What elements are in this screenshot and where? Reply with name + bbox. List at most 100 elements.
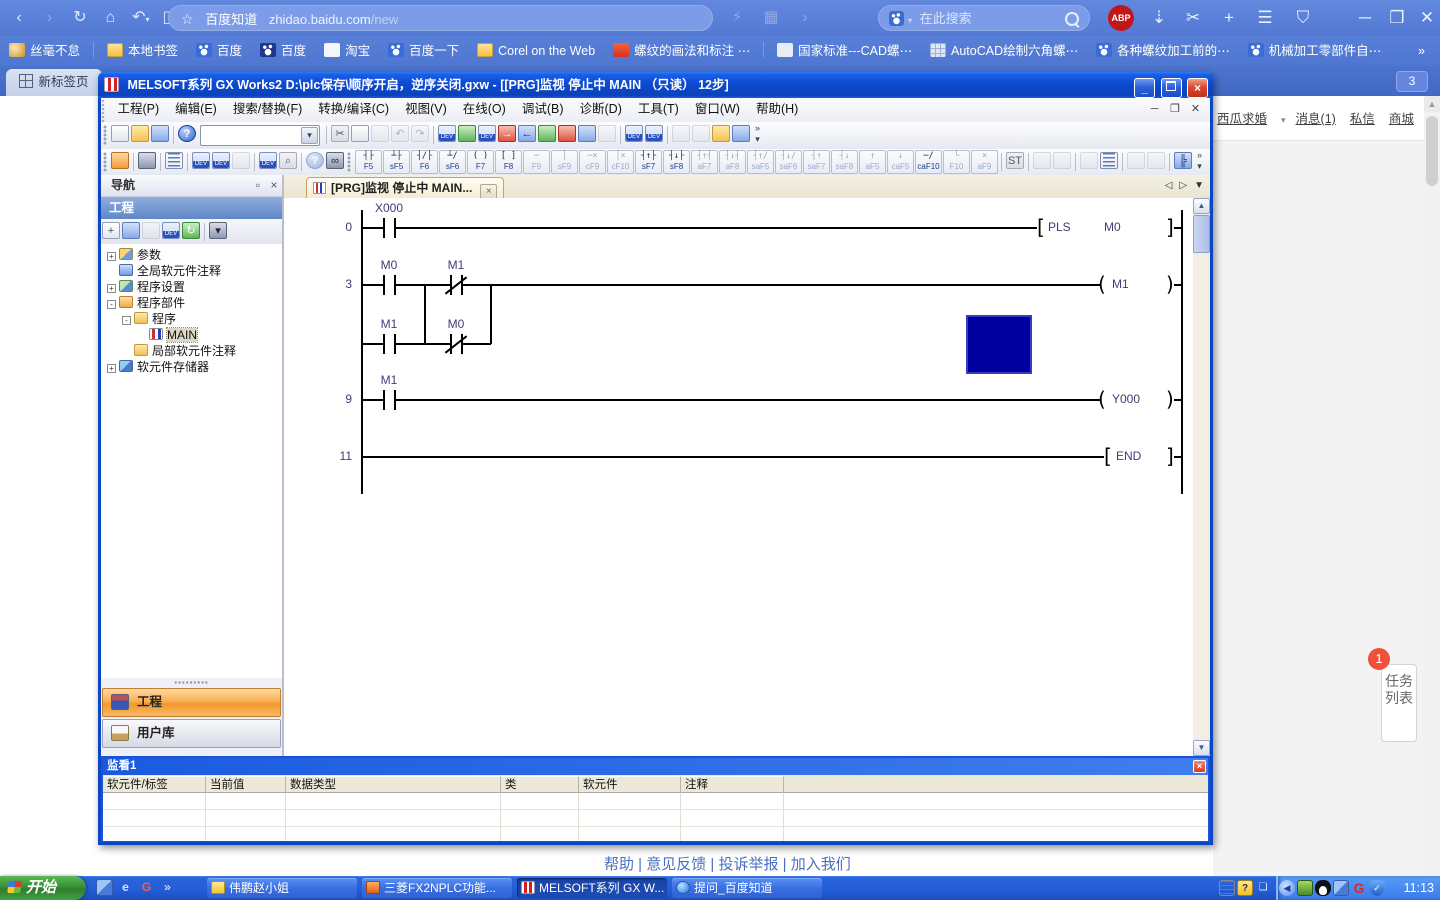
media-player-icon[interactable]: [96, 879, 113, 896]
tree-item-MAIN[interactable]: MAIN: [101, 327, 282, 343]
tab-scroll-icon[interactable]: ▼: [1194, 180, 1204, 191]
ladder-symbol-F6[interactable]: ┤/├F6: [411, 150, 438, 174]
tree-item-软元件存储器[interactable]: +软元件存储器: [101, 359, 282, 375]
clip-icon[interactable]: ✂: [1176, 0, 1210, 36]
app-minimize-button[interactable]: _: [1134, 78, 1155, 98]
mdi-restore-icon[interactable]: ❐: [1167, 98, 1184, 121]
nav-view-button-用户库[interactable]: 用户库: [102, 719, 281, 748]
save-icon[interactable]: [151, 125, 169, 142]
ladder-symbol-F10[interactable]: └F10: [943, 150, 970, 174]
tree-expander-icon[interactable]: -: [122, 316, 131, 325]
ladder-symbol-F8[interactable]: [ ]F8: [495, 150, 522, 174]
comment-icon[interactable]: [672, 125, 690, 142]
monitor-test-icon[interactable]: [598, 125, 616, 142]
bookmark-item[interactable]: 各种螺纹加工前的⋯: [1096, 36, 1230, 66]
bookmark-item[interactable]: 丝毫不怠: [9, 36, 80, 66]
flash-icon[interactable]: ⚡: [724, 5, 750, 31]
search-engine-icon[interactable]: [889, 11, 904, 26]
bookmark-item[interactable]: 螺纹的画法和标注 ⋯: [613, 36, 750, 66]
menu-O[interactable]: 在线(O): [455, 98, 514, 121]
monitor-watch-icon[interactable]: [578, 125, 596, 142]
nav-info-icon[interactable]: [162, 222, 180, 239]
verify-plc-icon[interactable]: [478, 125, 496, 142]
ladder-symbol-sF7[interactable]: ┤↑├sF7: [635, 150, 662, 174]
open-icon[interactable]: [131, 125, 149, 142]
add-icon[interactable]: +: [1212, 0, 1246, 36]
tree-item-参数[interactable]: +参数: [101, 247, 282, 263]
tree-expander-icon[interactable]: +: [107, 252, 116, 261]
ime-help-icon[interactable]: ?: [1237, 880, 1253, 896]
editor-vscrollbar[interactable]: ▲ ▼: [1193, 198, 1210, 756]
toolbar-overflow-icon[interactable]: »▾: [1193, 150, 1206, 174]
tree-expander-icon[interactable]: +: [107, 284, 116, 293]
ladder-symbol-saF8[interactable]: ┤↓saF8: [831, 150, 858, 174]
menu-C[interactable]: 转换/编译(C): [310, 98, 397, 121]
ladder-symbol-caF10[interactable]: ─/caF10: [915, 150, 942, 174]
ladder-symbol-sF9[interactable]: │sF9: [551, 150, 578, 174]
watch-column-header[interactable]: 数据类型: [286, 776, 501, 793]
page-scrollbar[interactable]: ▲: [1424, 96, 1440, 876]
task-list-button[interactable]: 任务列表: [1381, 664, 1417, 742]
bookmark-item[interactable]: 本地书签: [107, 36, 178, 66]
nav-refresh-icon[interactable]: ↻: [182, 222, 200, 239]
menu-grip[interactable]: [101, 98, 106, 122]
expand-icon[interactable]: ›: [792, 5, 818, 31]
bookmarks-overflow-icon[interactable]: »: [1418, 36, 1425, 66]
watch-column-header[interactable]: 类: [501, 776, 579, 793]
tree-display-icon[interactable]: ╠: [1174, 152, 1192, 169]
bookmark-item[interactable]: AutoCAD绘制六角螺⋯: [930, 36, 1078, 66]
inline-st-icon[interactable]: ST: [1006, 152, 1024, 169]
watch-empty-row[interactable]: [103, 827, 1208, 842]
statement-icon[interactable]: [692, 125, 710, 142]
paste-icon[interactable]: [371, 125, 389, 142]
menu-H[interactable]: 帮助(H): [748, 98, 806, 121]
app-close-button[interactable]: ×: [1187, 78, 1208, 98]
app-title-bar[interactable]: MELSOFT系列 GX Works2 D:\plc保存\顺序开启，逆序关闭.g…: [98, 72, 1213, 98]
undo-nav-icon[interactable]: ↶▾: [128, 5, 154, 31]
scroll-thumb[interactable]: [1426, 116, 1438, 186]
minimize-window-icon[interactable]: ─: [1348, 0, 1382, 36]
dev-cclink-icon[interactable]: [232, 152, 250, 169]
tree-item-程序[interactable]: -程序: [101, 311, 282, 327]
ladder-symbol-aF8[interactable]: ┤↓┤aF8: [719, 150, 746, 174]
page-link[interactable]: 私信: [1350, 112, 1375, 126]
farm-game-icon[interactable]: [1297, 880, 1313, 896]
document-tab-main[interactable]: [PRG]监视 停止中 MAIN...×: [306, 177, 504, 199]
nav-paste-icon[interactable]: [142, 222, 160, 239]
security-shield-icon[interactable]: ✓: [1369, 880, 1385, 896]
ladder-symbol-sF5[interactable]: ┴├sF5: [383, 150, 410, 174]
qrcode-icon[interactable]: ▦: [758, 5, 784, 31]
nav-pin-icon[interactable]: ▫: [250, 175, 266, 196]
ladder-symbol-saF6[interactable]: ┤↓/saF6: [775, 150, 802, 174]
copy-icon[interactable]: [351, 125, 369, 142]
toolbar-grip[interactable]: [103, 152, 109, 172]
network-icon[interactable]: [1333, 880, 1349, 896]
tree-expander-icon[interactable]: +: [107, 364, 116, 373]
refresh-icon[interactable]: ↻: [67, 5, 93, 31]
vscroll-up-icon[interactable]: ▲: [1193, 198, 1210, 214]
nav-new-icon[interactable]: +: [102, 222, 120, 239]
watch-column-header[interactable]: 软元件/标签: [103, 776, 206, 793]
device-batch-icon[interactable]: [645, 125, 663, 142]
menu-T[interactable]: 工具(T): [630, 98, 687, 121]
nav-view-button-工程[interactable]: 工程: [102, 688, 281, 717]
menu-W[interactable]: 窗口(W): [687, 98, 748, 121]
watch-column-header[interactable]: 当前值: [206, 776, 286, 793]
ladder-symbol-saF7[interactable]: ┤↑saF7: [803, 150, 830, 174]
mdi-minimize-icon[interactable]: ─: [1146, 98, 1163, 121]
bookmark-item[interactable]: 机械加工零部件自⋯: [1248, 36, 1382, 66]
menu-B[interactable]: 调试(B): [514, 98, 572, 121]
monitor-stop-icon[interactable]: [558, 125, 576, 142]
device-monitor-icon[interactable]: [625, 125, 643, 142]
note-icon[interactable]: [712, 125, 730, 142]
adblock-icon[interactable]: ABP: [1108, 5, 1134, 31]
watch-column-header[interactable]: 软元件: [579, 776, 681, 793]
forward-icon[interactable]: ›: [36, 5, 62, 31]
tab-count-badge[interactable]: 3: [1396, 71, 1428, 92]
ladder-symbol-cF9[interactable]: ─×cF9: [579, 150, 606, 174]
ladder-symbol-saF5[interactable]: ┤↑/saF5: [747, 150, 774, 174]
bookmark-item[interactable]: 百度: [260, 36, 306, 66]
bookmark-item[interactable]: 淘宝: [324, 36, 370, 66]
ladder-symbol-F5[interactable]: ┤├F5: [355, 150, 382, 174]
read-plc-icon[interactable]: [458, 125, 476, 142]
